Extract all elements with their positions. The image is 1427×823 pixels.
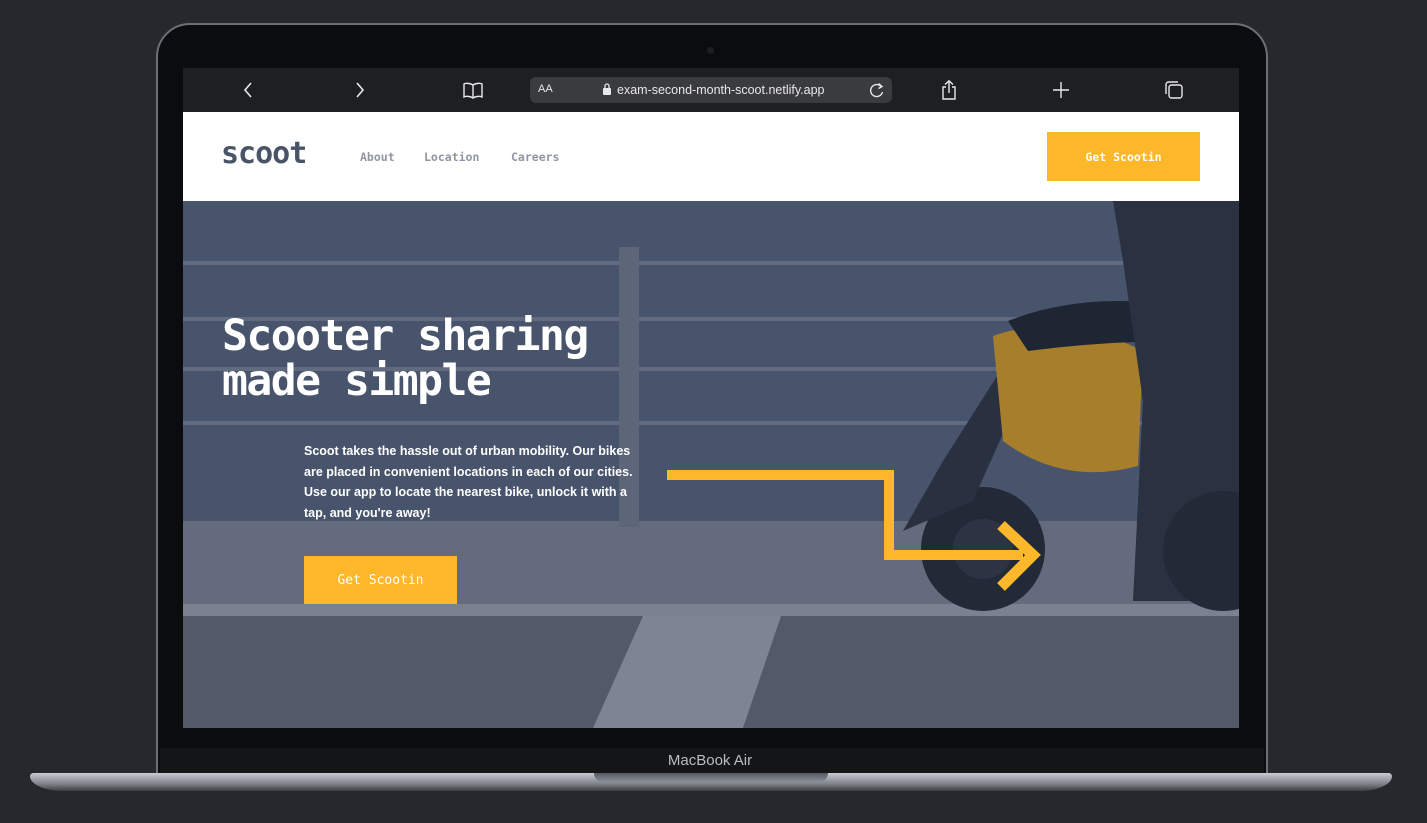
camera-icon	[707, 47, 714, 54]
chevron-right-icon[interactable]	[348, 78, 372, 102]
text-size-button[interactable]: AA	[538, 83, 553, 95]
plus-icon[interactable]	[1049, 78, 1073, 102]
laptop-hinge-notch	[594, 773, 828, 782]
share-icon[interactable]	[937, 78, 961, 102]
address-bar[interactable]: AA exam-second-month-scoot.netlify.app	[530, 77, 892, 103]
book-icon[interactable]	[461, 78, 485, 102]
nav-link-location[interactable]: Location	[424, 150, 479, 164]
hero-section: Scooter sharing made simple Scoot takes …	[183, 201, 1239, 728]
nav-link-about[interactable]: About	[360, 150, 395, 164]
scoot-website: scoot About Location Careers Get Scootin	[183, 112, 1239, 728]
url-text: exam-second-month-scoot.netlify.app	[617, 83, 825, 97]
browser-window: AA exam-second-month-scoot.netlify.app s…	[183, 68, 1239, 728]
browser-toolbar: AA exam-second-month-scoot.netlify.app	[183, 68, 1239, 112]
device-label: MacBook Air	[667, 752, 753, 769]
nav-link-careers[interactable]: Careers	[511, 150, 559, 164]
hero-title: Scooter sharing made simple	[222, 311, 589, 406]
lock-icon	[603, 83, 611, 95]
tabs-icon[interactable]	[1162, 78, 1186, 102]
get-scootin-nav-button[interactable]: Get Scootin	[1047, 132, 1200, 181]
hero-description: Scoot takes the hassle out of urban mobi…	[304, 444, 633, 520]
chevron-left-icon[interactable]	[236, 78, 260, 102]
site-logo[interactable]: scoot	[221, 136, 307, 171]
site-header: scoot About Location Careers Get Scootin	[183, 112, 1239, 201]
get-scootin-hero-button[interactable]: Get Scootin	[304, 556, 457, 604]
laptop-frame: AA exam-second-month-scoot.netlify.app s…	[0, 0, 1427, 823]
reload-icon[interactable]	[868, 81, 886, 99]
